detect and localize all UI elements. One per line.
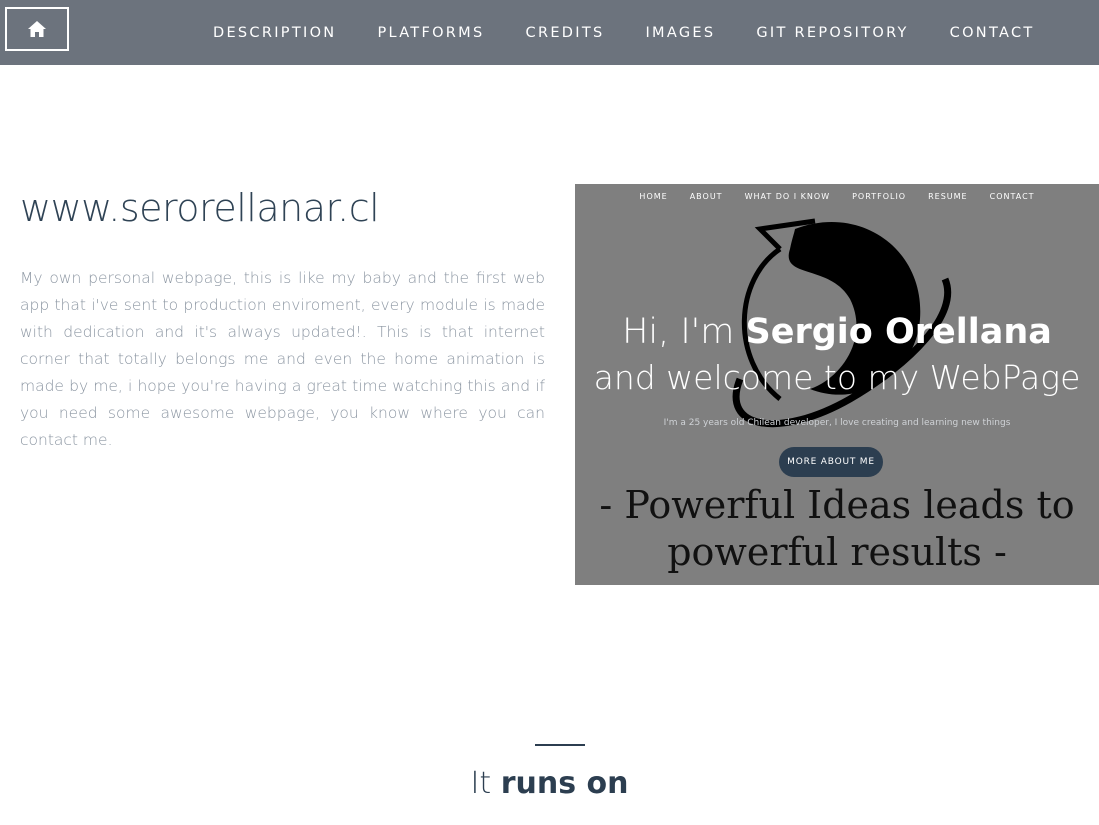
- project-screenshot: HOME ABOUT WHAT DO I KNOW PORTFOLIO RESU…: [575, 184, 1099, 585]
- preview-greeting-prefix: Hi, I'm: [622, 312, 746, 352]
- preview-nav-about: ABOUT: [689, 192, 723, 201]
- preview-nav-what-do-i-know: WHAT DO I KNOW: [744, 192, 831, 201]
- nav-git-repository[interactable]: GIT REPOSITORY: [756, 25, 908, 41]
- nav-images[interactable]: IMAGES: [645, 25, 715, 41]
- nav-credits[interactable]: CREDITS: [526, 25, 605, 41]
- section-heading-strong: runs on: [500, 766, 629, 801]
- nav-description[interactable]: DESCRIPTION: [213, 25, 336, 41]
- preview-more-about-button: MORE ABOUT ME: [779, 447, 883, 477]
- project-title: www.serorellanar.cl: [20, 186, 380, 230]
- preview-nav-home: HOME: [639, 192, 668, 201]
- section-divider: [535, 744, 585, 746]
- preview-motto-line2: powerful results -: [667, 530, 1007, 574]
- top-navbar: DESCRIPTION PLATFORMS CREDITS IMAGES GIT…: [0, 0, 1099, 65]
- home-icon: [28, 21, 46, 37]
- preview-nav: HOME ABOUT WHAT DO I KNOW PORTFOLIO RESU…: [575, 192, 1099, 201]
- preview-greeting: Hi, I'm Sergio Orellana: [575, 312, 1099, 352]
- preview-motto: - Powerful Ideas leads to powerful resul…: [575, 482, 1099, 576]
- nav-platforms[interactable]: PLATFORMS: [377, 25, 484, 41]
- nav-contact[interactable]: CONTACT: [950, 25, 1035, 41]
- preview-greeting-name: Sergio Orellana: [745, 312, 1052, 352]
- preview-nav-portfolio: PORTFOLIO: [852, 192, 907, 201]
- section-heading-prefix: It: [470, 766, 501, 801]
- section-heading: It runs on: [0, 766, 1099, 801]
- preview-subtitle: I'm a 25 years old Chilean developer, I …: [663, 418, 1011, 428]
- preview-motto-line1: - Powerful Ideas leads to: [599, 483, 1075, 527]
- preview-nav-resume: RESUME: [928, 192, 968, 201]
- preview-nav-contact: CONTACT: [989, 192, 1035, 201]
- project-description: My own personal webpage, this is like my…: [20, 269, 545, 449]
- preview-welcome: and welcome to my WebPage: [593, 358, 1081, 397]
- home-button[interactable]: [5, 7, 69, 51]
- main-nav: DESCRIPTION PLATFORMS CREDITS IMAGES GIT…: [213, 0, 1076, 65]
